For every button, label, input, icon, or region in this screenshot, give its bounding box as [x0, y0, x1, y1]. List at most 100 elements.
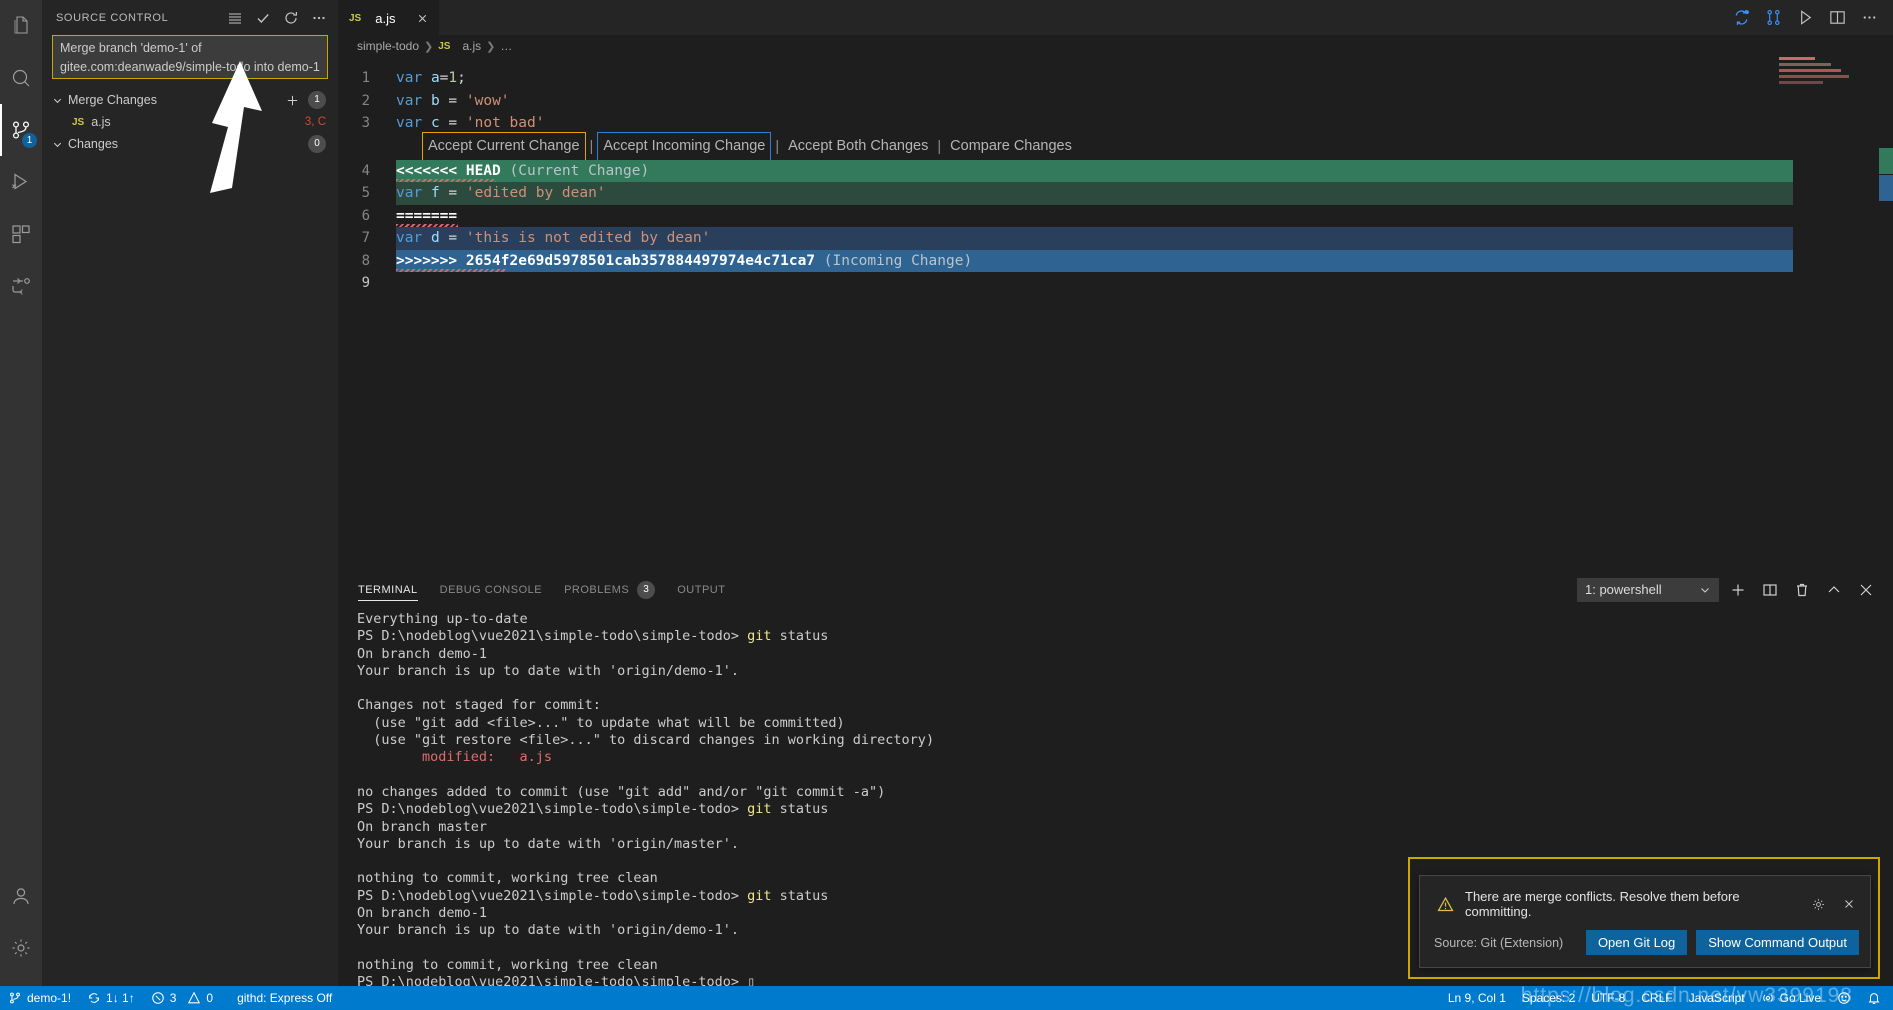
chevron-down-icon — [52, 95, 68, 106]
activity-item-explorer[interactable] — [0, 0, 42, 52]
split-editor-icon[interactable] — [1823, 4, 1851, 32]
scm-file-name: a.js — [91, 115, 111, 129]
panel-tab-output[interactable]: OUTPUT — [677, 572, 725, 607]
scrollbar-decoration-incoming — [1879, 175, 1893, 201]
minimap[interactable] — [1779, 57, 1879, 307]
code-line[interactable]: 6 ======= — [338, 205, 1893, 227]
show-command-output-button[interactable]: Show Command Output — [1696, 930, 1859, 955]
line-content[interactable]: var b = 'wow' — [396, 90, 1893, 113]
new-terminal-button[interactable] — [1725, 578, 1751, 602]
code-line[interactable]: 3 var c = 'not bad' — [338, 112, 1893, 135]
gear-icon[interactable] — [1807, 893, 1829, 915]
close-icon[interactable] — [416, 12, 429, 25]
code-token: 'edited by dean' — [465, 185, 606, 201]
close-icon[interactable] — [1838, 893, 1860, 915]
accept-incoming-change-button[interactable]: Accept Incoming Change — [597, 132, 772, 162]
breadcrumb-item-folder[interactable]: simple-todo — [357, 39, 419, 53]
activity-item-remote-explorer[interactable] — [0, 260, 42, 312]
activity-item-extensions[interactable] — [0, 208, 42, 260]
panel-tab-label: DEBUG CONSOLE — [439, 583, 543, 596]
breadcrumb-item-file[interactable]: a.js — [462, 39, 481, 53]
code-line[interactable]: 8 >>>>>>> 2654f2e69d5978501cab35788449797… — [338, 249, 1893, 272]
commit-message-input[interactable]: Merge branch 'demo-1' of gitee.com:deanw… — [52, 35, 328, 79]
kill-terminal-button[interactable] — [1789, 578, 1815, 602]
line-content[interactable]: var a=1; — [396, 67, 1893, 90]
code-editor[interactable]: 1 var a=1; 2 var b = 'wow' 3 var c = 'not bad… — [338, 57, 1893, 295]
view-and-sort-button[interactable] — [222, 6, 248, 30]
maximize-panel-button[interactable] — [1821, 578, 1847, 602]
panel-tab-debug-console[interactable]: DEBUG CONSOLE — [440, 572, 542, 607]
activity-item-source-control[interactable]: 1 — [0, 104, 42, 156]
terminal-token: git — [747, 628, 772, 645]
files-icon — [9, 14, 33, 38]
status-githd[interactable]: githd: Express Off — [229, 986, 340, 1010]
line-content[interactable]: var c = 'not bad' — [396, 112, 1893, 135]
status-encoding[interactable]: UTF-8 — [1583, 986, 1633, 1010]
ellipsis-icon — [313, 16, 325, 19]
status-error-count: 3 — [169, 991, 177, 1005]
scm-file-row[interactable]: JS a.js 3, C — [42, 111, 338, 133]
breadcrumb: simple-todo ❯ JS a.js ❯ … — [338, 35, 1893, 57]
panel-tab-problems[interactable]: PROBLEMS 3 — [564, 572, 656, 607]
git-graph-icon[interactable] — [1759, 4, 1787, 32]
ellipsis-icon[interactable] — [1855, 4, 1883, 32]
more-actions-button[interactable] — [306, 6, 332, 30]
codelens-separator: | — [937, 138, 942, 155]
line-content[interactable]: <<<<<<< HEAD (Current Change) — [396, 160, 1893, 182]
code-token: var — [396, 70, 423, 86]
status-eol[interactable]: CRLF — [1633, 986, 1680, 1010]
accept-both-changes-button[interactable]: Accept Both Changes — [783, 133, 933, 161]
notification-toast[interactable]: There are merge conflicts. Resolve them … — [1419, 875, 1871, 968]
status-language-mode[interactable]: JavaScript — [1681, 986, 1753, 1010]
activity-item-accounts[interactable] — [0, 870, 42, 922]
close-panel-button[interactable] — [1853, 578, 1879, 602]
terminal-line: Changes not staged for commit: — [357, 697, 1893, 714]
status-branch[interactable]: demo-1! — [0, 986, 79, 1010]
activity-item-search[interactable] — [0, 52, 42, 104]
code-line[interactable]: 9 — [338, 272, 1893, 295]
group-header-merge-changes[interactable]: Merge Changes 1 — [42, 89, 338, 111]
compare-changes-button[interactable]: Compare Changes — [945, 133, 1077, 161]
status-sync[interactable]: 1↓ 1↑ — [79, 986, 143, 1010]
line-number: 9 — [361, 275, 370, 291]
line-content[interactable]: >>>>>>> 2654f2e69d5978501cab357884497974… — [396, 250, 1893, 272]
status-feedback[interactable] — [1829, 986, 1859, 1010]
code-line[interactable]: 1 var a=1; — [338, 67, 1893, 90]
status-line-col[interactable]: Ln 9, Col 1 — [1440, 986, 1514, 1010]
status-indentation[interactable]: Spaces: 2 — [1514, 986, 1583, 1010]
editor-tab-ajs[interactable]: JS a.js — [338, 0, 441, 35]
terminal-selector[interactable]: 1: powershell — [1577, 577, 1719, 602]
commit-button[interactable] — [250, 6, 276, 30]
close-icon — [1860, 584, 1872, 595]
line-content[interactable] — [396, 272, 1893, 295]
activity-item-run-and-debug[interactable] — [0, 156, 42, 208]
refresh-button[interactable] — [278, 6, 304, 30]
code-line[interactable]: 7 var d = 'this is not edited by dean' — [338, 227, 1893, 250]
stage-all-merge-changes-button[interactable] — [285, 93, 300, 108]
code-line[interactable]: 5 var f = 'edited by dean' — [338, 182, 1893, 205]
line-content[interactable]: var f = 'edited by dean' — [396, 182, 1893, 205]
code-token: = — [439, 92, 466, 109]
status-notifications[interactable] — [1859, 986, 1893, 1010]
js-icon: JS — [349, 12, 362, 24]
split-terminal-button[interactable] — [1757, 578, 1783, 602]
panel-tab-terminal[interactable]: TERMINAL — [358, 572, 418, 607]
code-line[interactable]: 4 <<<<<<< HEAD (Current Change) — [338, 159, 1893, 182]
play-icon[interactable] — [1791, 4, 1819, 32]
open-git-log-button[interactable]: Open Git Log — [1585, 930, 1688, 955]
line-content[interactable]: ======= — [396, 205, 1893, 227]
panel-tab-label: OUTPUT — [677, 583, 726, 596]
liveshare-icon[interactable] — [1727, 4, 1755, 32]
code-token: d — [430, 230, 440, 246]
accept-current-change-button[interactable]: Accept Current Change — [422, 132, 586, 162]
breadcrumb-item-symbol[interactable]: … — [500, 39, 512, 53]
activity-bar: 1 — [0, 0, 42, 986]
activity-item-manage[interactable] — [0, 922, 42, 974]
status-problems[interactable]: 3 0 — [143, 986, 221, 1010]
line-content[interactable]: var d = 'this is not edited by dean' — [396, 227, 1893, 250]
status-go-live[interactable]: Go Live — [1753, 986, 1829, 1010]
group-header-changes[interactable]: Changes 0 — [42, 133, 338, 155]
code-line[interactable]: 2 var b = 'wow' — [338, 90, 1893, 113]
